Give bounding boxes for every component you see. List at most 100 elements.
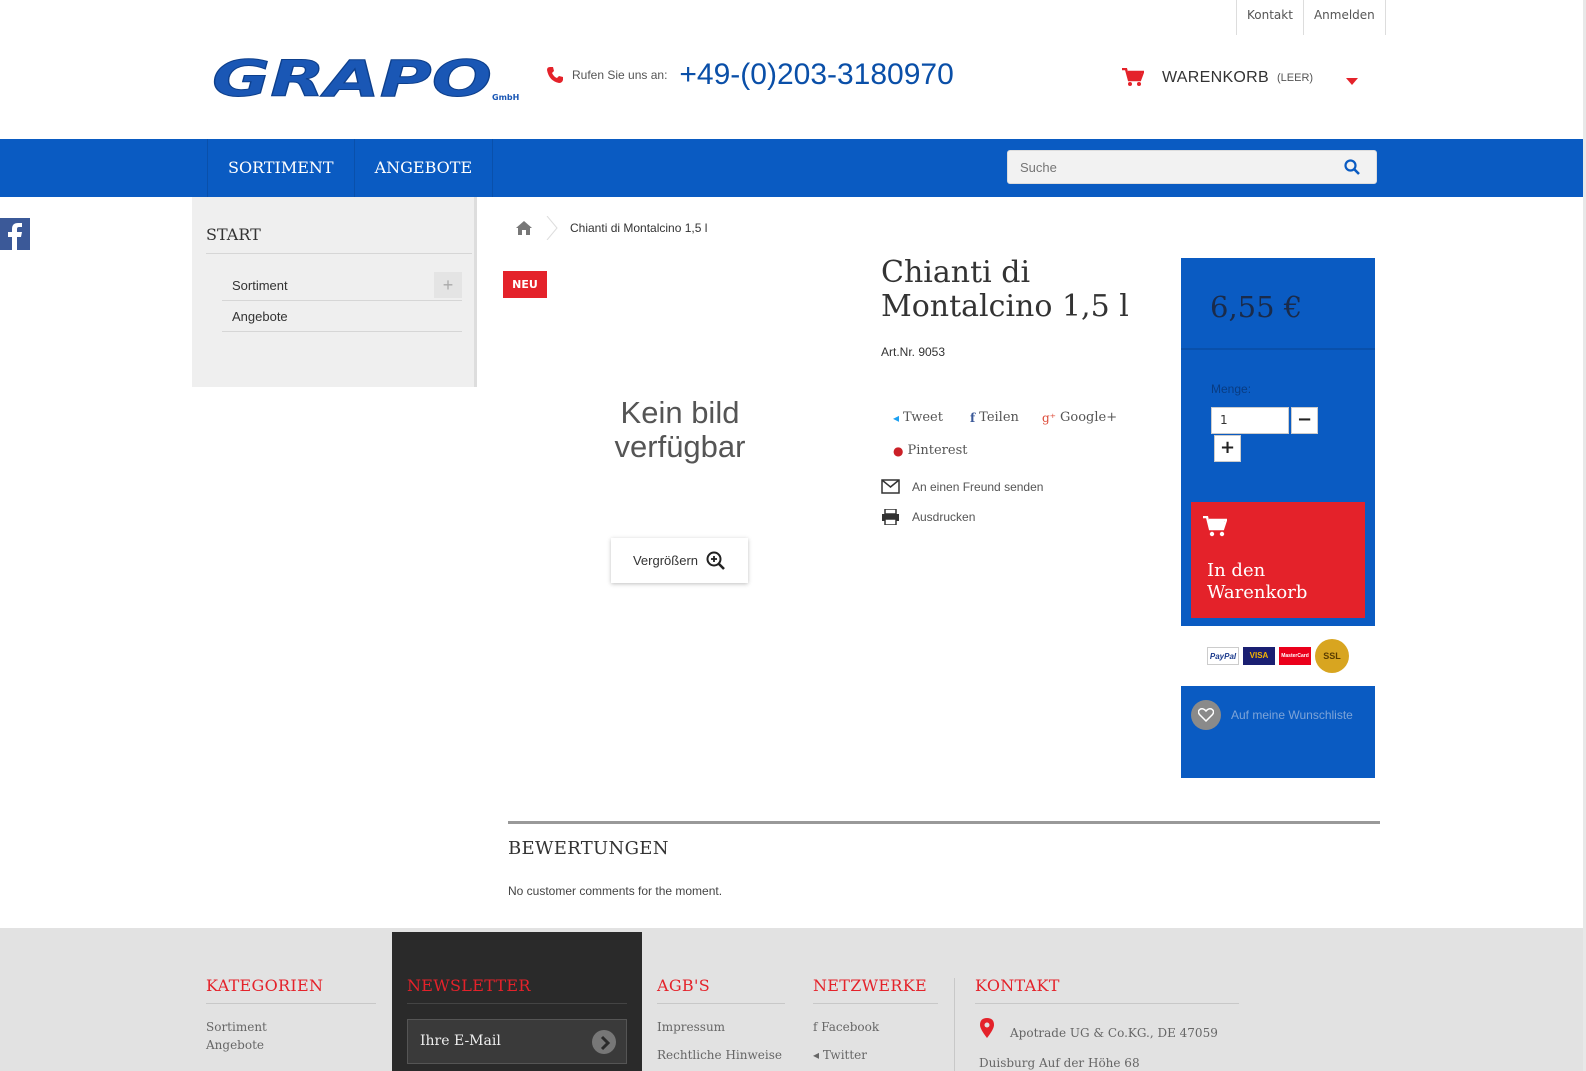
zoom-in-icon [706, 551, 725, 570]
facebook-icon: f [970, 410, 976, 425]
twitter-icon: ◂ [893, 410, 900, 425]
newsletter-email-input[interactable]: Ihre E-Mail [407, 1019, 627, 1064]
nav-item-sortiment[interactable]: SORTIMENT [208, 139, 355, 197]
send-to-friend-label: An einen Freund senden [912, 479, 1044, 494]
print-label: Ausdrucken [912, 510, 976, 524]
divider [813, 1003, 938, 1004]
cart-status: (LEER) [1277, 72, 1314, 84]
cart-icon [1122, 68, 1144, 86]
sidebar: START Sortiment + Angebote [192, 197, 477, 387]
envelope-icon [881, 479, 900, 494]
divider [206, 1003, 376, 1004]
quantity-label: Menge: [1211, 382, 1252, 396]
divider [407, 1003, 627, 1004]
google-plus-icon: g⁺ [1042, 410, 1057, 425]
cart-label: WARENKORB [1162, 69, 1270, 86]
paypal-logo: PayPal [1207, 647, 1239, 665]
footer-address-line1: Apotrade UG & Co.KG., DE 47059 [1010, 1026, 1218, 1040]
divider [206, 253, 472, 254]
footer-netzwerke-title: NETZWERKE [813, 976, 927, 995]
cart-dropdown[interactable]: WARENKORB (LEER) [1122, 68, 1370, 88]
quantity-input[interactable]: 1 [1211, 407, 1289, 434]
twitter-label: Twitter [822, 1048, 868, 1062]
footer-kontakt-title: KONTAKT [975, 976, 1060, 995]
quantity-plus-button[interactable]: + [1214, 435, 1241, 462]
footer-address-line2: Duisburg Auf der Höhe 68 [979, 1056, 1140, 1070]
new-badge: NEU [503, 271, 547, 298]
facebook-icon[interactable] [0, 218, 30, 250]
ssl-seal: SSL [1315, 639, 1349, 673]
footer-link-twitter[interactable]: ◂ Twitter [813, 1048, 867, 1062]
facebook-label: Facebook [821, 1020, 880, 1034]
article-number: Art.Nr. 9053 [881, 345, 946, 359]
footer-link-angebote[interactable]: Angebote [206, 1038, 264, 1052]
visa-logo: VISA [1243, 647, 1275, 665]
heart-icon [1191, 700, 1221, 730]
send-to-friend-link[interactable]: An einen Freund senden [881, 479, 1043, 494]
pinterest-button[interactable]: ● Pinterest [893, 443, 967, 458]
divider [508, 821, 1380, 824]
wishlist-link[interactable]: Auf meine Wunschliste [1191, 700, 1353, 730]
footer-kategorien-title: KATEGORIEN [206, 976, 324, 995]
svg-text:GRAPO: GRAPO [212, 54, 492, 104]
footer-agb-title: AGB'S [657, 976, 710, 995]
pinterest-label: Pinterest [907, 443, 968, 458]
svg-text:GmbH: GmbH [492, 93, 519, 102]
breadcrumb-current: Chianti di Montalcino 1,5 l [570, 221, 708, 235]
quantity-minus-button[interactable]: − [1291, 407, 1318, 434]
sidebar-item-angebote[interactable]: Angebote [222, 301, 462, 332]
sidebar-title: START [206, 225, 261, 244]
cart-icon [1203, 516, 1227, 537]
top-links: Kontakt Anmelden [1236, 0, 1386, 35]
newsletter-placeholder: Ihre E-Mail [420, 1033, 501, 1049]
facebook-share-button[interactable]: f Teilen [970, 410, 1019, 425]
payment-logos: PayPal VISA MasterCard SSL [1181, 626, 1375, 686]
add-to-cart-label: In den Warenkorb [1207, 560, 1308, 603]
phone-icon [547, 67, 563, 83]
wishlist-label: Auf meine Wunschliste [1231, 708, 1353, 722]
sidebar-item-sortiment[interactable]: Sortiment + [222, 270, 462, 301]
phone-block: Rufen Sie uns an: +49-(0)203-3180970 [546, 58, 954, 92]
printer-icon [882, 509, 899, 525]
reviews-empty-text: No customer comments for the moment. [508, 884, 723, 898]
home-icon[interactable] [516, 221, 532, 235]
map-pin-icon [980, 1018, 994, 1038]
sidebar-item-label: Sortiment [232, 278, 288, 293]
logo[interactable]: GRAPO GmbH [210, 50, 522, 109]
expand-icon[interactable]: + [434, 272, 462, 298]
sidebar-item-label: Angebote [232, 309, 288, 324]
search-icon[interactable] [1344, 159, 1360, 175]
kontakt-link[interactable]: Kontakt [1237, 0, 1304, 35]
breadcrumb: Chianti di Montalcino 1,5 l [516, 216, 707, 240]
anmelden-link[interactable]: Anmelden [1304, 0, 1386, 35]
divider [954, 978, 955, 1071]
chevron-down-icon[interactable] [1346, 78, 1358, 85]
search-input[interactable] [1008, 151, 1328, 183]
footer-link-rechtliche-hinweise[interactable]: Rechtliche Hinweise [657, 1048, 782, 1062]
reviews-title: BEWERTUNGEN [508, 838, 669, 859]
google-label: Google+ [1060, 410, 1118, 425]
footer-newsletter-title: NEWSLETTER [407, 976, 531, 995]
twitter-icon: ◂ [813, 1048, 823, 1062]
no-image-placeholder: Kein bild verfügbar [614, 395, 746, 464]
footer-link-impressum[interactable]: Impressum [657, 1020, 725, 1034]
footer-link-sortiment[interactable]: Sortiment [206, 1020, 267, 1034]
tweet-button[interactable]: ◂ Tweet [893, 410, 943, 425]
submit-arrow-icon[interactable] [592, 1030, 616, 1054]
nav-item-angebote[interactable]: ANGEBOTE [355, 139, 494, 197]
google-plus-button[interactable]: g⁺ Google+ [1042, 410, 1117, 425]
print-link[interactable]: Ausdrucken [881, 509, 975, 525]
product-price: 6,55 € [1181, 258, 1375, 350]
mastercard-logo: MasterCard [1279, 647, 1311, 665]
breadcrumb-separator [546, 216, 558, 240]
tweet-label: Tweet [903, 410, 943, 425]
add-to-cart-button[interactable]: In den Warenkorb [1191, 502, 1365, 618]
product-title: Chianti di Montalcino 1,5 l [881, 255, 1129, 324]
divider [657, 1003, 785, 1004]
footer-link-facebook[interactable]: f Facebook [813, 1020, 879, 1034]
phone-label: Rufen Sie uns an: [572, 68, 668, 82]
phone-number[interactable]: +49-(0)203-3180970 [679, 58, 953, 92]
pinterest-icon: ● [893, 443, 904, 458]
zoom-button[interactable]: Vergrößern [611, 538, 748, 583]
divider [975, 1003, 1239, 1004]
